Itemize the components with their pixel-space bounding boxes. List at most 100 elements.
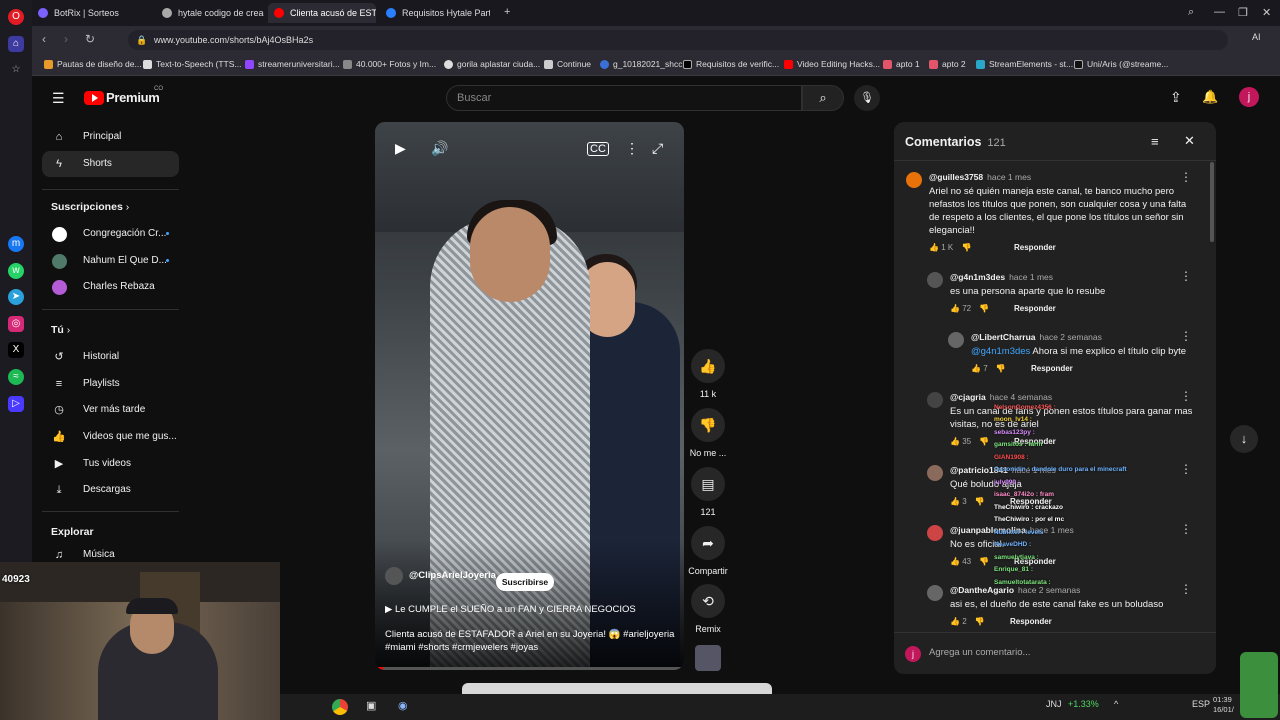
bookmark-item[interactable]: Uni/Aris (@streame... [1074,59,1168,69]
scrollbar[interactable] [1210,162,1214,242]
bookmark-item[interactable]: Requisitos de verific... [683,59,779,69]
comment-author[interactable]: @g4n1m3des hace 1 mes [950,272,1200,282]
bookmark-item[interactable]: apto 1 [883,59,920,69]
avatar[interactable] [948,332,964,348]
avatar[interactable] [927,525,943,541]
sidebar-item-downloads[interactable]: ⤓ Descargas [42,477,179,503]
bookmark-item[interactable]: Pautas de diseño de... [44,59,142,69]
sidebar-item-watch-later[interactable]: ◷ Ver más tarde [42,397,179,423]
more-vert-icon[interactable]: ⋮ [1180,582,1192,596]
sidebar-item-playlists[interactable]: ≡ Playlists [42,371,179,397]
upload-icon[interactable]: ⇪ [1170,89,1182,106]
sidebar-item-principal[interactable]: ⌂ Principal [42,124,179,150]
bookmark-item[interactable]: StreamElements - st... [976,59,1073,69]
thumbs-down-icon[interactable]: 👎 [979,557,989,566]
mention-link[interactable]: @g4n1m3des [971,346,1030,357]
search-input[interactable]: Buscar [446,85,802,111]
tab-botrix[interactable]: BotRix | Sorteos [32,3,150,23]
chrome-icon[interactable] [332,699,348,715]
forward-icon[interactable]: › [64,32,68,46]
tab-hytale-partner[interactable]: Requisitos Hytale Partner [380,3,490,23]
more-vert-icon[interactable]: ⋮ [1180,462,1192,476]
sidebar-item-shorts[interactable]: ϟ Shorts [42,151,179,177]
close-icon[interactable]: ✕ [1184,133,1195,149]
comments-button[interactable]: ▤ 121 [690,467,726,517]
bell-icon[interactable]: 🔔 [1202,89,1218,105]
tab-youtube-active[interactable]: Clienta acusó de ESTAFAD [268,3,376,23]
channel-link[interactable]: @ClipsArielJoyeria [385,567,496,585]
dislike-button[interactable]: 👎 No me ... [690,408,726,458]
avatar[interactable] [927,585,943,601]
ai-icon[interactable]: AI [1252,32,1261,42]
subscription-item[interactable]: Nahum El Que D... [42,248,179,274]
whatsapp-icon[interactable]: w [8,263,24,279]
thumbs-up-icon[interactable]: 👍 [950,304,960,313]
share-button[interactable]: ➦ Compartir [688,526,728,576]
opera-logo-icon[interactable]: O [8,9,24,25]
next-short-button[interactable]: ↓ [1230,425,1258,453]
player-icon[interactable]: ▷ [8,396,24,412]
comment-author[interactable]: @guilles3758 hace 1 mes [929,172,1199,182]
thumbs-down-icon[interactable]: 👎 [996,364,1006,373]
like-button[interactable]: 👍 11 k [690,349,726,399]
instagram-icon[interactable]: ◎ [8,316,24,332]
sort-icon[interactable]: ≡ [1151,134,1159,149]
star-icon[interactable]: ☆ [8,62,24,78]
bookmark-item[interactable]: gorila aplastar ciuda... [444,59,540,69]
language-indicator[interactable]: ESP [1192,699,1210,709]
bookmark-item[interactable]: apto 2 [929,59,966,69]
x-icon[interactable]: X [8,342,24,358]
captions-icon[interactable]: CC [587,142,609,156]
search-tabs-icon[interactable]: ⌕ [1188,6,1194,19]
thumbs-up-icon[interactable]: 👍 [950,617,960,626]
bookmark-item[interactable]: g_10182021_shcc [600,59,682,69]
minimize-icon[interactable]: — [1214,6,1225,18]
avatar[interactable] [927,272,943,288]
more-vert-icon[interactable]: ⋮ [1180,170,1192,184]
close-window-icon[interactable]: ✕ [1262,6,1271,19]
mic-icon[interactable]: 🎙 [854,85,880,111]
clock[interactable]: 01:39 16/01/ [1213,695,1234,715]
thumbs-down-icon[interactable]: 👎 [979,437,989,446]
thumbs-up-icon[interactable]: 👍 [929,243,939,252]
more-vert-icon[interactable]: ⋮ [1180,269,1192,283]
thumbs-up-icon[interactable]: 👍 [950,497,960,506]
sound-thumbnail[interactable] [695,645,721,671]
subscription-item[interactable]: Congregación Cr... [42,221,179,247]
comment-author[interactable]: @LibertCharrua hace 2 semanas [971,332,1201,342]
telegram-icon[interactable]: ➤ [8,289,24,305]
home-icon[interactable]: ⌂ [8,36,24,52]
you-header[interactable]: Tú › [51,324,70,336]
play-icon[interactable]: ▶ [395,140,406,157]
subscriptions-header[interactable]: Suscripciones › [51,201,129,213]
address-bar[interactable]: 🔒 www.youtube.com/shorts/bAj4OsBHa2s [128,30,1228,50]
bookmark-item[interactable]: 40.000+ Fotos y Im... [343,59,436,69]
thumbs-down-icon[interactable]: 👎 [975,617,985,626]
more-vert-icon[interactable]: ⋮ [625,140,639,157]
thumbs-down-icon[interactable]: 👎 [961,243,971,252]
avatar[interactable] [927,392,943,408]
reply-button[interactable]: Responder [1014,243,1056,252]
avatar[interactable]: j [1239,87,1259,107]
tab-hytale-codigo[interactable]: hytale codigo de creador [156,3,264,23]
sidebar-item-liked[interactable]: 👍 Videos que me gus... [42,424,179,450]
subscription-item[interactable]: Charles Rebaza [42,274,179,300]
search-button[interactable]: ⌕ [802,85,844,111]
reply-button[interactable]: Responder [1010,617,1052,626]
bookmark-item[interactable]: Text-to-Speech (TTS... [143,59,242,69]
reload-icon[interactable]: ↻ [85,32,95,46]
playlist-link[interactable]: ▶ Le CUMPLE el SUEÑO a un FAN y CIERRA N… [385,604,636,615]
reply-button[interactable]: Responder [1014,304,1056,313]
thumbs-down-icon[interactable]: 👎 [979,304,989,313]
more-vert-icon[interactable]: ⋮ [1180,522,1192,536]
sidebar-item-your-videos[interactable]: ▶ Tus videos [42,451,179,477]
back-icon[interactable]: ‹ [42,32,46,46]
sidebar-item-historial[interactable]: ↺ Historial [42,344,179,370]
subscribe-button[interactable]: Suscribirse [496,573,554,591]
more-vert-icon[interactable]: ⋮ [1180,329,1192,343]
thumbs-up-icon[interactable]: 👍 [950,557,960,566]
thumbs-up-icon[interactable]: 👍 [950,437,960,446]
thumbs-up-icon[interactable]: 👍 [971,364,981,373]
avatar[interactable] [906,172,922,188]
new-tab-icon[interactable]: + [504,6,510,18]
